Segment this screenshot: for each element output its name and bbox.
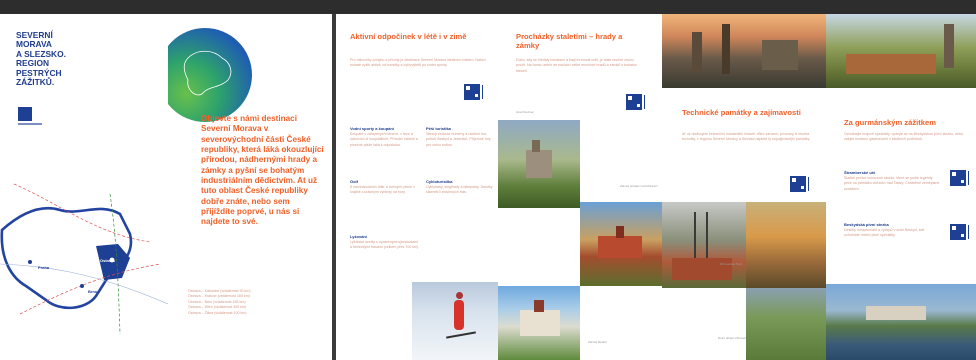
active-block: Vodní sporty a koupání Koupání v zatopený…	[350, 126, 418, 147]
distance-list: Ostrava – Katowice (vzdálenost 90 km) Os…	[188, 289, 328, 316]
stramberk-tower-photo	[826, 14, 976, 88]
intro-text: Objevte s námi destinaci Severní Morava …	[201, 114, 324, 227]
qr-code-icon[interactable]	[790, 176, 806, 192]
landek-tower-photo	[662, 202, 746, 288]
map-label-brno: Brno	[88, 289, 98, 294]
active-rest-panel: Aktivní odpočinek v létě i v zimě Pro mi…	[336, 14, 498, 360]
technical-title: Technické památky a zajímavosti	[682, 108, 801, 117]
spa-lake-photo	[826, 284, 976, 360]
gourmet-body: Ochutnejte krajové speciality, vydejte s…	[844, 132, 963, 142]
autumn-photo	[746, 202, 826, 288]
castle-sovinec-photo	[498, 120, 580, 208]
distance-item: Ostrava – Žilina (vzdálenost 100 km)	[188, 310, 247, 315]
qr-line-icon	[968, 171, 971, 185]
eu-logo-caption-line	[18, 123, 42, 125]
castle-hradec-photo	[580, 202, 662, 286]
qr-line-icon	[808, 177, 811, 191]
europe-globe-graphic	[168, 28, 252, 122]
qr-code-icon[interactable]	[950, 170, 966, 186]
landscape-photo	[746, 288, 826, 360]
qr-line-icon	[482, 85, 485, 99]
active-block: Pěší turistika Stezky vedoucí hřebeny a ú…	[426, 126, 491, 147]
active-body: Pro milovníky pohybu a přírody je destin…	[350, 58, 486, 68]
castles-body: Dobu, kdy se hledaly bohatství a kraji f…	[516, 58, 638, 73]
skier-photo	[412, 282, 498, 360]
vitkovice-aerial-photo	[662, 14, 826, 88]
map-label-ostrava: Ostrava	[100, 258, 115, 263]
qr-line-icon	[968, 225, 971, 239]
active-block: Lyžování Lyžařské areály s upravenými sje…	[350, 234, 420, 250]
gourmet-title: Za gurmánským zážitkem	[844, 118, 937, 127]
region-map	[0, 183, 168, 335]
gourmet-block: Beskydská pivní stezka Desítky minipivova…	[844, 222, 925, 238]
active-block: Cykloturistika Cyklotrasy, singltraily a …	[426, 179, 493, 195]
castles-title: Procházky staletími – hrady a zámky	[516, 32, 623, 51]
intro-panel: Objevte s námi destinaci Severní Morava …	[168, 14, 332, 360]
technical-body: Ať už obdivujete železniční industriální…	[682, 132, 811, 142]
qr-code-icon[interactable]	[950, 224, 966, 240]
cover-panel: SEVERNÍ MORAVA A SLEZSKO. REGION PESTRÝC…	[0, 14, 168, 360]
brand-line: ZÁŽITKŮ.	[16, 77, 55, 88]
qr-code-icon[interactable]	[464, 84, 480, 100]
castle-radun-photo	[498, 286, 580, 360]
active-title: Aktivní odpočinek v létě i v zimě	[350, 32, 467, 41]
qr-code-icon[interactable]	[626, 94, 642, 110]
gourmet-block: Štramberské uši Sladké pečivo ochucené sk…	[844, 170, 940, 191]
europe-outline-icon	[183, 50, 232, 96]
photo-caption: Zámek Raduň	[588, 340, 607, 344]
eu-logo	[18, 107, 32, 121]
active-block: Golf 8 mezinárodních hřišť a cvičných plo…	[350, 179, 415, 195]
technical-panel: Technické památky a zajímavosti Ať už ob…	[662, 14, 826, 360]
qr-line-icon	[644, 95, 647, 109]
brand-title: SEVERNÍ MORAVA A SLEZSKO. REGION PESTRÝC…	[16, 30, 66, 88]
photo-caption: Hrad Sovinec	[516, 110, 535, 114]
photo-caption: Zámek Hradec nad Moravicí	[620, 184, 658, 188]
viewer-top-bar	[0, 0, 976, 14]
castles-panel: Procházky staletími – hrady a zámky Dobu…	[498, 14, 662, 360]
gourmet-panel: Za gurmánským zážitkem Ochutnejte krajov…	[826, 14, 976, 360]
map-label-praha: Praha	[38, 265, 50, 270]
